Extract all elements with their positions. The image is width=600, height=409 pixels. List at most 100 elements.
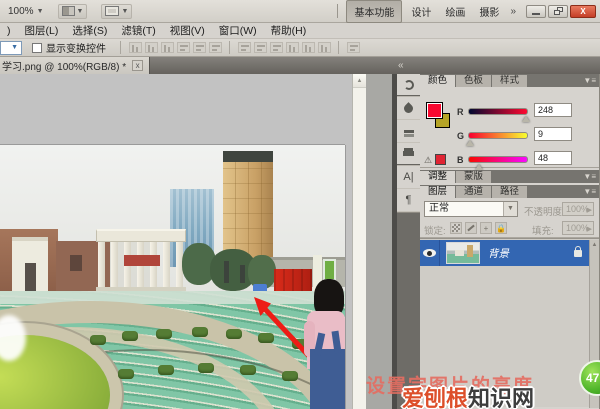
tab-color[interactable]: 颜色: [420, 75, 456, 87]
tab-styles[interactable]: 样式: [492, 75, 528, 87]
show-transform-controls-checkbox[interactable]: [32, 42, 42, 53]
arrange-documents-button[interactable]: ▼: [57, 3, 88, 19]
align-top-edges-icon[interactable]: [176, 42, 190, 53]
green-slider[interactable]: [468, 132, 528, 139]
opacity-label: 不透明度:: [524, 207, 565, 218]
canvas-image[interactable]: [0, 145, 345, 409]
workspace-overflow-button[interactable]: »: [506, 6, 520, 17]
fill-field[interactable]: 100% ▶: [562, 221, 594, 235]
layers-blend-row: 正常 ▼ 不透明度: 100% ▶: [420, 198, 599, 220]
arrange-documents-icon: [61, 6, 75, 16]
chevron-down-icon: ▼: [36, 7, 44, 15]
menu-item-cut: ): [7, 24, 11, 37]
paragraph-panel-icon[interactable]: ¶: [397, 189, 420, 212]
scroll-up-icon[interactable]: ▲: [353, 74, 366, 88]
chevron-down-icon: ▼: [503, 202, 517, 216]
tab-channels[interactable]: 通道: [456, 186, 492, 198]
lock-position-icon[interactable]: +: [480, 222, 492, 234]
auto-select-dropdown[interactable]: ▼: [0, 40, 22, 55]
red-value-field[interactable]: 248: [534, 103, 572, 117]
blend-mode-value: 正常: [429, 203, 449, 214]
auto-align-layers-icon[interactable]: [346, 42, 360, 53]
character-panel-icon[interactable]: A|: [397, 166, 420, 189]
close-button[interactable]: X: [570, 4, 596, 18]
menu-item-help[interactable]: 帮助(H): [264, 23, 314, 38]
tab-paths[interactable]: 路径: [492, 186, 528, 198]
green-slider-handle[interactable]: [466, 140, 474, 146]
chevron-down-icon: ▼: [76, 7, 84, 15]
chevron-down-icon: ▼: [121, 7, 129, 15]
align-left-edges-icon[interactable]: [128, 42, 142, 53]
distribute-horizontal-centers-icon[interactable]: [301, 42, 315, 53]
document-tab[interactable]: 学习.png @ 100%(RGB/8) * x: [0, 57, 151, 74]
tool-options-bar: ▼ 显示变换控件: [0, 39, 600, 57]
red-slider[interactable]: [468, 108, 528, 115]
panel-menu-icon[interactable]: ▼≡: [583, 187, 596, 196]
lock-all-icon[interactable]: 🔒: [495, 222, 507, 234]
minimize-icon: [532, 12, 540, 15]
align-bottom-edges-icon[interactable]: [208, 42, 222, 53]
brushes-panel-icon[interactable]: [397, 97, 420, 120]
gamut-warning-icon[interactable]: ⚠: [424, 155, 432, 166]
menu-item-filter[interactable]: 滤镜(T): [114, 23, 162, 38]
workspace-photography-button[interactable]: 摄影: [472, 1, 506, 22]
menu-bar: ) 图层(L) 选择(S) 滤镜(T) 视图(V) 窗口(W) 帮助(H): [0, 23, 600, 39]
tab-masks[interactable]: 蒙版: [456, 171, 492, 183]
document-tab-bar: 学习.png @ 100%(RGB/8) * x «: [0, 57, 600, 74]
lock-image-icon[interactable]: [465, 222, 477, 234]
menu-item-layer[interactable]: 图层(L): [18, 23, 66, 38]
minimize-button[interactable]: [526, 4, 546, 18]
restore-icon: [553, 7, 563, 15]
panel-menu-icon[interactable]: ▼≡: [583, 76, 596, 85]
gamut-color-swatch[interactable]: [435, 154, 446, 165]
vertical-scrollbar[interactable]: ▲: [352, 74, 366, 409]
tab-layers[interactable]: 图层: [420, 186, 456, 198]
chevron-right-icon: ▶: [586, 207, 592, 214]
distribute-vertical-centers-icon[interactable]: [253, 42, 267, 53]
divider: [120, 41, 121, 54]
collapse-panels-icon[interactable]: «: [398, 60, 403, 71]
distribute-bottom-edges-icon[interactable]: [269, 42, 283, 53]
panel-menu-icon[interactable]: ▼≡: [583, 172, 596, 181]
window-gutter: [366, 74, 392, 409]
blue-value-field[interactable]: 48: [534, 151, 572, 165]
screen-mode-button[interactable]: ▼: [101, 3, 133, 19]
workspace-design-button[interactable]: 设计: [404, 1, 438, 22]
restore-button[interactable]: [548, 4, 568, 18]
align-vertical-centers-icon[interactable]: [192, 42, 206, 53]
tab-adjustments[interactable]: 调整: [420, 171, 456, 183]
application-bar: 100% ▼ ▼ ▼ 基本功能 设计 绘画 摄影 » X: [0, 0, 600, 23]
site-watermark: 爱刨根知识网: [402, 381, 534, 409]
align-right-edges-icon[interactable]: [160, 42, 174, 53]
align-horizontal-centers-icon[interactable]: [144, 42, 158, 53]
menu-item-window[interactable]: 窗口(W): [212, 23, 264, 38]
tool-presets-panel-icon[interactable]: [397, 120, 420, 143]
chevron-right-icon: ▶: [586, 226, 592, 233]
channel-g-label: G: [457, 131, 465, 141]
distribute-left-edges-icon[interactable]: [285, 42, 299, 53]
foreground-color-swatch[interactable]: [426, 102, 443, 119]
zoom-level-dropdown[interactable]: 100% ▼: [8, 6, 44, 17]
tab-swatches[interactable]: 色板: [456, 75, 492, 87]
menu-item-select[interactable]: 选择(S): [65, 23, 114, 38]
color-panel: R 248 G 9 ⚠ B 48: [420, 87, 599, 181]
workspace-basic-button[interactable]: 基本功能: [346, 0, 403, 23]
layer-thumbnail[interactable]: [446, 242, 480, 264]
opacity-field[interactable]: 100% ▶: [562, 202, 594, 216]
lock-transparency-icon[interactable]: [450, 222, 462, 234]
blend-mode-select[interactable]: 正常 ▼: [424, 201, 518, 217]
blue-slider[interactable]: [468, 156, 528, 163]
clone-source-panel-icon[interactable]: [397, 143, 420, 166]
distribute-top-edges-icon[interactable]: [237, 42, 251, 53]
distribute-right-edges-icon[interactable]: [317, 42, 331, 53]
close-icon[interactable]: x: [132, 60, 144, 71]
menu-item-view[interactable]: 视图(V): [163, 23, 212, 38]
history-panel-icon[interactable]: [397, 74, 420, 97]
workspace-painting-button[interactable]: 绘画: [438, 1, 472, 22]
red-slider-handle[interactable]: [522, 116, 530, 122]
green-value-field[interactable]: 9: [534, 127, 572, 141]
layer-visibility-toggle[interactable]: [420, 240, 440, 266]
watermark-part1: 爱刨根: [402, 386, 469, 409]
annotation-arrow: [254, 297, 338, 387]
layer-row-background[interactable]: 背景: [420, 240, 590, 266]
